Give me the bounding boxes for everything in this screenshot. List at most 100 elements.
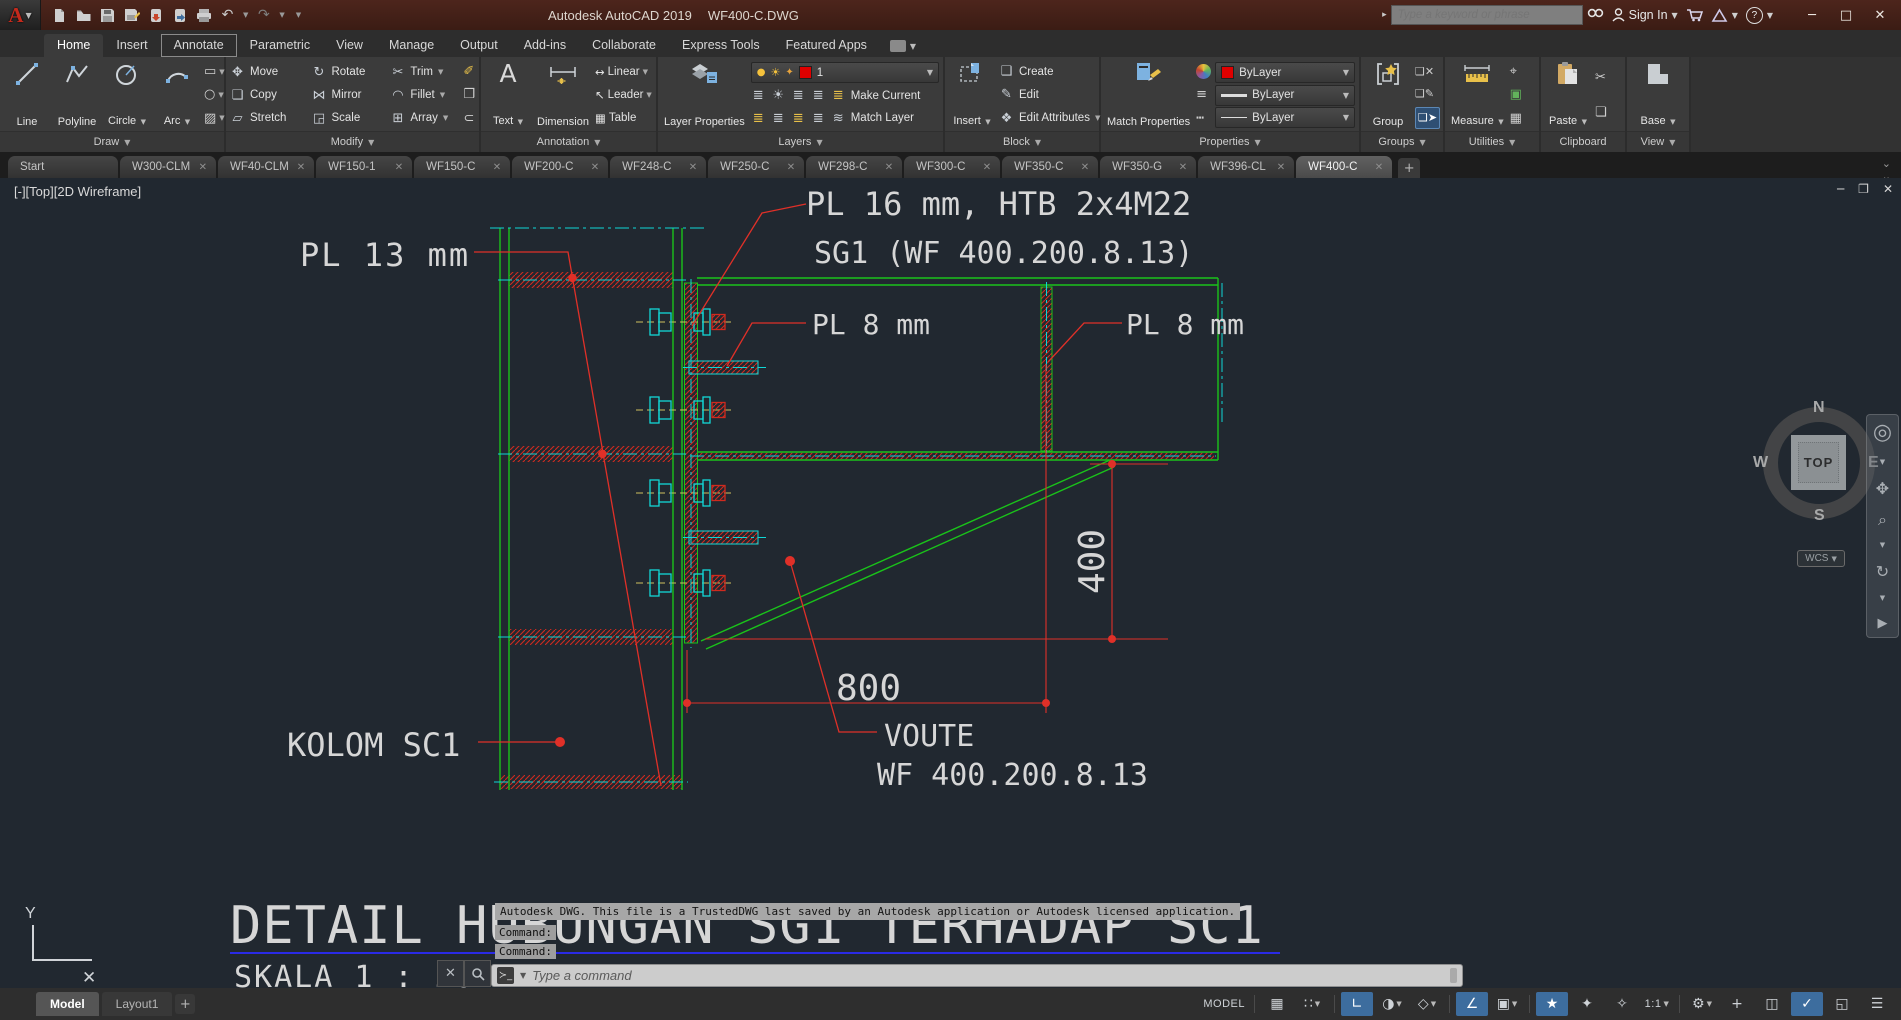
minimize-button[interactable]: ─ [1795,8,1829,23]
grid-display-icon[interactable]: ▦ [1261,992,1293,1016]
stretch-button[interactable]: ▱ Stretch [230,108,297,128]
annotation-autoscale-icon[interactable]: ✦ [1571,992,1603,1016]
cursor-zoom-icon[interactable] [464,960,491,987]
drawing-canvas[interactable]: PL 13 mm PL 16 mm, HTB 2x4M22 SG1 (WF 40… [0,178,1901,988]
add-layout-button[interactable]: + [175,994,196,1014]
orbit-icon[interactable]: ↻ [1876,564,1889,580]
move-button[interactable]: ✥ Move [230,62,297,82]
pan-icon[interactable]: ✥ [1876,480,1889,497]
lineweight-combo[interactable]: ByLayer ▼ [1215,84,1355,106]
object-snap-tracking-icon[interactable]: ∠ [1456,992,1488,1016]
trim-button[interactable]: ✂ Trim ▼ [390,62,459,82]
panel-label-properties[interactable]: Properties ▼ [1101,131,1359,152]
close-tab-icon[interactable]: ✕ [983,162,991,173]
chevron-down-icon[interactable]: ▼ [1880,459,1885,466]
hatch-button[interactable]: ▨ ▼ [204,108,225,128]
file-tab-wf300-c[interactable]: WF300-C ✕ [904,156,1001,178]
viewcube-west[interactable]: W [1753,454,1768,472]
viewcube[interactable]: N W E S TOP [1753,399,1879,526]
ribbon-tab-output[interactable]: Output [447,34,511,57]
file-tab-wf400-c[interactable]: WF400-C ✕ [1296,156,1393,178]
file-tab-wf248-c[interactable]: WF248-C ✕ [610,156,707,178]
close-tab-icon[interactable]: ✕ [689,162,697,173]
arc-button[interactable]: Arc ▼ [154,60,200,130]
panel-label-modify[interactable]: Modify ▼ [226,131,479,152]
object-snap-icon[interactable]: ▣ ▼ [1491,992,1523,1016]
ribbon-tab-collaborate[interactable]: Collaborate [579,34,669,57]
command-line-grip[interactable] [1450,968,1457,983]
command-customize-icon[interactable]: ≻_ [497,967,514,984]
mirror-button[interactable]: ⋈ Mirror [311,85,376,105]
cursor-close-icon[interactable]: ✕ [437,960,464,987]
line-button[interactable]: Line [4,60,50,130]
file-tab-wf250-c[interactable]: WF250-C ✕ [708,156,805,178]
close-tab-icon[interactable]: ✕ [395,162,403,173]
close-tab-icon[interactable]: ✕ [199,162,207,173]
ribbon-display-toggle[interactable]: ▼ [889,40,916,57]
lineweight-list-icon[interactable]: ≡ [1196,85,1207,105]
search-icon[interactable] [1587,6,1604,25]
match-layer-button[interactable]: ≣ ≣ ≣ ≣ ≋ Match Layer [751,108,939,128]
close-tab-icon[interactable]: ✕ [1277,162,1285,173]
copy-clip-icon[interactable]: ❏ [1595,103,1607,123]
isolate-objects-icon[interactable]: ◫ [1756,992,1788,1016]
undo-dropdown-icon[interactable]: ▼ [243,11,248,19]
color-wheel-icon[interactable] [1196,62,1212,82]
group-edit-icon[interactable]: ❑✎ [1415,84,1434,104]
polar-tracking-icon[interactable]: ◑ ▼ [1376,992,1408,1016]
ribbon-tab-featured-apps[interactable]: Featured Apps [773,34,880,57]
close-tab-icon[interactable]: ✕ [591,162,599,173]
help-button[interactable]: ? ▼ [1745,6,1773,24]
new-file-icon[interactable] [51,7,68,24]
file-tab-wf298-c[interactable]: WF298-C ✕ [806,156,903,178]
app-store-cart-icon[interactable] [1686,8,1703,22]
zoom-extents-icon[interactable]: ⌕ [1878,511,1887,528]
file-tab-start[interactable]: Start [8,156,118,178]
ellipse-button[interactable]: ○ ▼ [204,85,224,105]
select-similar-icon[interactable]: ▣ [1510,85,1522,105]
group-selectable-icon[interactable]: ❑➤ [1415,106,1441,129]
qat-customize-icon[interactable]: ▼ [296,11,301,19]
polyline-button[interactable]: Polyline [54,60,100,130]
fillet-button[interactable]: ◠ Fillet ▼ [390,85,459,105]
rotate-button[interactable]: ↻ Rotate [311,62,376,82]
ribbon-tab-view[interactable]: View [323,34,376,57]
create-block-button[interactable]: ❑ Create [999,62,1054,82]
overkill-button[interactable]: ⊂ [463,108,474,128]
close-tab-icon[interactable]: ✕ [1081,162,1089,173]
new-drawing-tab-button[interactable]: + [1398,158,1421,178]
show-motion-icon[interactable]: ▶ [1878,617,1888,630]
graphics-performance-icon[interactable]: ✓ [1791,992,1823,1016]
ribbon-tab-annotate[interactable]: Annotate [160,34,237,57]
close-button[interactable]: ✕ [1863,8,1897,23]
customization-icon[interactable]: ☰ [1861,992,1893,1016]
linear-button[interactable]: ↔ Linear ▼ [595,62,648,82]
make-current-button[interactable]: ≣ ☀ ≣ ≣ ≣ Make Current [751,86,939,106]
panel-label-annotation[interactable]: Annotation ▼ [481,131,656,152]
share-icon[interactable] [171,7,188,24]
object-color-combo[interactable]: ByLayer ▼ [1215,62,1355,83]
ribbon-tab-express-tools[interactable]: Express Tools [669,34,773,57]
panel-label-draw[interactable]: Draw ▼ [0,131,224,152]
layout1-tab[interactable]: Layout1 [101,992,173,1016]
file-tab-wf40-clm[interactable]: WF40-CLM ✕ [218,156,315,178]
linetype-list-icon[interactable]: ┅ [1196,108,1204,128]
doc-minimize-button[interactable]: ─ [1837,182,1844,196]
file-tab-wf150-c[interactable]: WF150-C ✕ [414,156,511,178]
close-tab-icon[interactable]: ✕ [1375,162,1383,173]
wcs-dropdown[interactable]: WCS ▼ [1797,550,1845,567]
explode-button[interactable]: ❒ [463,85,475,105]
maximize-button[interactable]: □ [1829,8,1863,23]
panel-label-layers[interactable]: Layers ▼ [658,131,943,152]
edit-block-button[interactable]: ✎ Edit [999,85,1039,105]
file-tab-wf350-g[interactable]: WF350-G ✕ [1100,156,1197,178]
ortho-mode-icon[interactable]: ∟ [1341,992,1373,1016]
workspace-switching-icon[interactable]: ⚙ ▼ [1686,992,1718,1016]
paste-button[interactable]: Paste ▼ [1545,60,1591,130]
panel-label-clipboard[interactable]: Clipboard [1541,131,1625,152]
snap-mode-icon[interactable]: ∷ ▼ [1296,992,1328,1016]
doc-close-button[interactable]: ✕ [1883,182,1893,196]
clean-screen-icon[interactable]: ◱ [1826,992,1858,1016]
scale-button[interactable]: ◲ Scale [311,108,376,128]
search-collapse-icon[interactable]: ▸ [1382,10,1387,20]
